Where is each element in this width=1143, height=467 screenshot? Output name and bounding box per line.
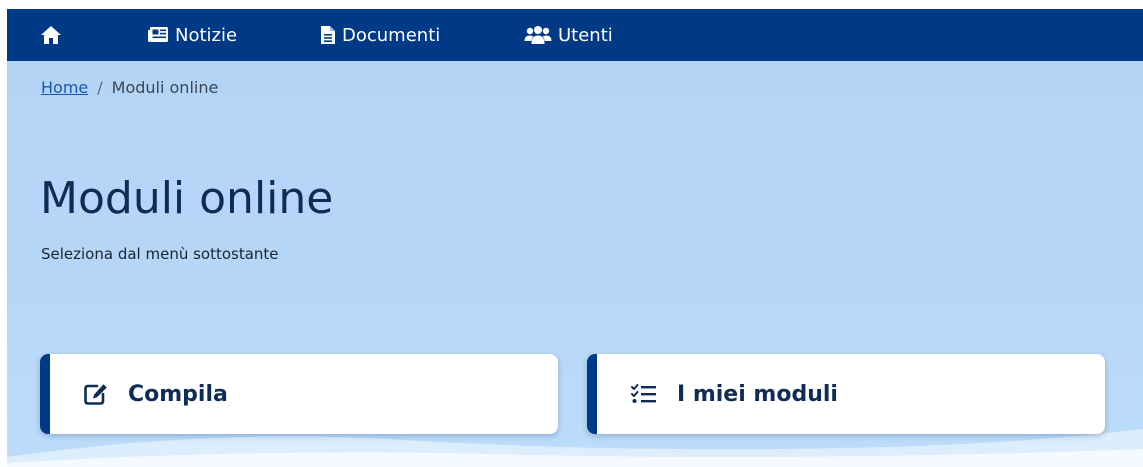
nav-label-documenti: Documenti xyxy=(342,24,441,46)
page-frame: Notizie Documenti Utenti Home / Moduli o… xyxy=(7,9,1143,467)
breadcrumb-home-link[interactable]: Home xyxy=(41,78,88,97)
i-miei-moduli-label: I miei moduli xyxy=(677,381,838,407)
compila-label: Compila xyxy=(128,381,228,407)
i-miei-moduli-card[interactable]: I miei moduli xyxy=(587,354,1105,434)
nav-item-documenti[interactable]: Documenti xyxy=(320,9,440,61)
document-icon xyxy=(321,26,335,44)
edit-icon xyxy=(84,384,107,405)
breadcrumb-current: Moduli online xyxy=(111,78,219,97)
breadcrumb: Home / Moduli online xyxy=(41,78,218,97)
nav-item-home[interactable] xyxy=(40,9,62,61)
nav-item-notizie[interactable]: Notizie xyxy=(147,9,237,61)
compila-card[interactable]: Compila xyxy=(40,354,558,434)
nav-item-utenti[interactable]: Utenti xyxy=(524,9,613,61)
compila-card-content: Compila xyxy=(84,354,228,434)
page-title: Moduli online xyxy=(40,173,334,224)
nav-label-notizie: Notizie xyxy=(175,24,238,46)
checklist-icon xyxy=(631,384,656,403)
page-subtitle: Seleziona dal menù sottostante xyxy=(41,245,279,263)
i-miei-moduli-card-content: I miei moduli xyxy=(631,354,838,434)
home-icon xyxy=(41,26,61,44)
breadcrumb-separator: / xyxy=(97,78,103,97)
top-navigation: Notizie Documenti Utenti xyxy=(7,9,1143,61)
nav-label-utenti: Utenti xyxy=(558,24,613,46)
newspaper-icon xyxy=(148,27,168,42)
users-icon xyxy=(524,26,552,44)
